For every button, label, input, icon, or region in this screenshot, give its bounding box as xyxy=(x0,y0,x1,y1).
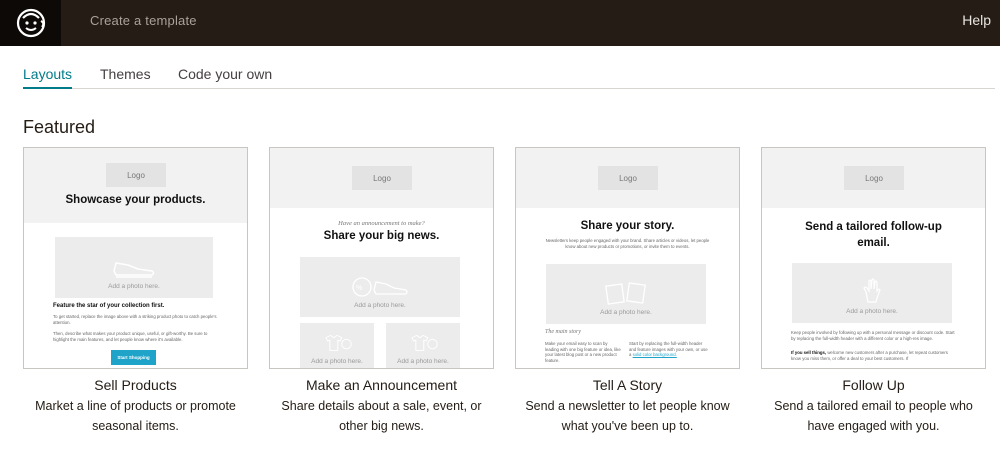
hand-icon xyxy=(863,278,881,303)
preview-paragraph: If you sell things, welcome new customer… xyxy=(791,350,956,361)
page-title: Create a template xyxy=(90,13,197,28)
card-description: Share details about a sale, event, or ot… xyxy=(281,399,482,433)
tab-themes[interactable]: Themes xyxy=(100,66,151,87)
preview-logo: Logo xyxy=(106,163,166,187)
photo-label: Add a photo here. xyxy=(354,302,406,309)
preview-photo-placeholder: Add a photo here. xyxy=(546,264,706,324)
preview-paragraph: Keep people involved by following up wit… xyxy=(791,330,955,341)
photo-label: Add a photo here. xyxy=(311,358,363,365)
preview-logo: Logo xyxy=(844,166,904,190)
shoe-icon xyxy=(113,262,155,278)
svg-text:%: % xyxy=(356,285,362,292)
preview-logo: Logo xyxy=(598,166,658,190)
preview-photo-placeholder: Add a photo here. xyxy=(55,237,213,298)
preview-photo-placeholder: Add a photo here. xyxy=(792,263,952,323)
preview-story-label: The main story xyxy=(545,329,581,335)
photos-icon xyxy=(605,282,646,305)
template-preview[interactable]: Logo Showcase your products. Add a photo… xyxy=(23,147,248,369)
preview-headline: Send a tailored follow-up email. xyxy=(805,221,942,249)
preview-cta-button: Start Shopping xyxy=(111,350,156,365)
preview-photo-placeholder: Add a photo here. xyxy=(386,323,460,368)
template-card-make-an-announcement[interactable]: Logo Have an announcement to make? Share… xyxy=(269,147,494,436)
card-description: Send a newsletter to let people know wha… xyxy=(525,399,730,433)
template-preview[interactable]: Logo Send a tailored follow-up email. Ad… xyxy=(761,147,986,369)
preview-bold-lead: If you sell things, xyxy=(791,350,827,355)
tab-code-your-own[interactable]: Code your own xyxy=(178,66,272,87)
preview-intro: Newsletters keep people engaged with you… xyxy=(545,238,710,249)
card-title: Sell Products xyxy=(94,377,177,393)
help-link[interactable]: Help xyxy=(962,12,991,28)
preview-photo-placeholder: % Add a photo here. xyxy=(300,257,460,317)
card-title: Make an Announcement xyxy=(306,377,457,393)
mailchimp-freddie-icon xyxy=(16,8,45,38)
photo-label: Add a photo here. xyxy=(397,358,449,365)
preview-kicker: Have an announcement to make? xyxy=(338,220,425,227)
template-card-sell-products[interactable]: Logo Showcase your products. Add a photo… xyxy=(23,147,248,436)
preview-paragraph: Then, describe what makes your product u… xyxy=(53,331,208,342)
preview-headline: Share your big news. xyxy=(323,230,440,242)
template-tabs: Layouts Themes Code your own xyxy=(23,66,995,89)
template-preview[interactable]: Logo Share your story. Newsletters keep … xyxy=(515,147,740,369)
shirt-sale-icon xyxy=(411,334,438,351)
shoe-sale-icon: % xyxy=(352,277,408,297)
preview-headline: Share your story. xyxy=(580,220,675,232)
template-card-follow-up[interactable]: Logo Send a tailored follow-up email. Ad… xyxy=(761,147,986,436)
preview-headline: Showcase your products. xyxy=(65,194,206,206)
preview-logo: Logo xyxy=(352,166,412,190)
template-preview[interactable]: Logo Have an announcement to make? Share… xyxy=(269,147,494,369)
card-description: Send a tailored email to people who have… xyxy=(774,399,973,433)
photo-label: Add a photo here. xyxy=(600,309,652,316)
tab-layouts[interactable]: Layouts xyxy=(23,66,73,89)
preview-inline-link: solid color background. xyxy=(632,352,677,358)
card-title: Tell A Story xyxy=(592,377,663,393)
section-title-featured: Featured xyxy=(23,117,96,137)
preview-photo-placeholder: Add a photo here. xyxy=(300,323,374,368)
preview-column-text: Start by replacing the full-width header… xyxy=(629,341,709,358)
template-card-tell-a-story[interactable]: Logo Share your story. Newsletters keep … xyxy=(515,147,740,436)
home-logo-link[interactable] xyxy=(0,0,61,46)
photo-label: Add a photo here. xyxy=(846,308,898,315)
shirt-sale-icon xyxy=(325,334,352,351)
card-title: Follow Up xyxy=(842,377,905,393)
preview-paragraph: To get started, replace the image above … xyxy=(53,314,217,325)
preview-column-text: Make your email easy to scan by leading … xyxy=(545,341,621,363)
photo-label: Add a photo here. xyxy=(108,283,160,290)
card-description: Market a line of products or promote sea… xyxy=(35,399,236,433)
preview-subhead: Feature the star of your collection firs… xyxy=(53,303,165,309)
top-bar: Create a template Help xyxy=(0,0,1000,46)
